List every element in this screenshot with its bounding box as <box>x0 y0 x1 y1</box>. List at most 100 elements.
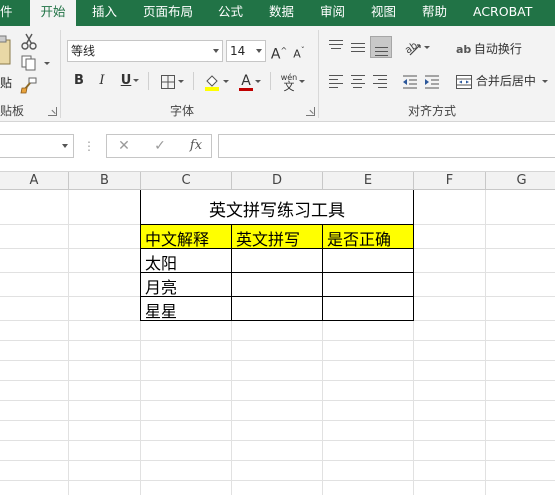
chevron-down-icon <box>223 80 229 83</box>
table-border <box>140 320 414 321</box>
chevron-down-icon <box>424 46 430 49</box>
decrease-indent-icon <box>403 75 417 88</box>
tab-home[interactable]: 开始 <box>30 0 76 26</box>
align-right-button[interactable] <box>370 70 390 92</box>
clipboard-group-label: 贴板 <box>0 104 25 118</box>
column-header-b[interactable]: B <box>69 172 141 190</box>
decrease-font-size-button[interactable]: Aˇ <box>290 40 308 62</box>
align-right-icon <box>373 75 387 91</box>
format-painter-button[interactable] <box>20 76 40 96</box>
align-left-button[interactable] <box>326 70 346 92</box>
decrease-font-icon: A <box>293 47 301 61</box>
table-border <box>140 272 414 273</box>
decrease-indent-button[interactable] <box>400 70 420 92</box>
increase-indent-icon <box>425 75 439 88</box>
gridline <box>0 380 555 381</box>
chevron-down-icon <box>213 49 219 53</box>
clipboard-launcher-icon[interactable] <box>48 107 57 116</box>
toolbar-divider <box>270 72 271 90</box>
header-cell-correct[interactable]: 是否正确 <box>327 226 391 250</box>
column-header-f[interactable]: F <box>414 172 486 190</box>
align-center-icon <box>351 75 365 91</box>
middle-align-button[interactable] <box>348 36 368 58</box>
format-painter-icon <box>20 77 37 94</box>
table-border <box>140 248 414 249</box>
more-options-icon[interactable]: ⋮ <box>82 134 96 158</box>
tab-insert[interactable]: 插入 <box>92 0 117 26</box>
data-cell-row3-chinese[interactable]: 星星 <box>145 298 177 322</box>
column-header-g[interactable]: G <box>486 172 555 190</box>
insert-function-button[interactable]: fx <box>184 134 208 158</box>
toolbar-divider <box>193 72 194 90</box>
cancel-icon[interactable]: ✕ <box>112 134 136 158</box>
top-align-button[interactable] <box>326 36 346 58</box>
merge-center-label: 合并后居中 <box>475 74 536 88</box>
phonetic-bottom-label: 文 <box>283 79 295 93</box>
alignment-group-label: 对齐方式 <box>408 104 457 118</box>
wrap-text-button[interactable]: ab 自动换行 <box>456 38 526 60</box>
tab-review[interactable]: 审阅 <box>320 0 345 26</box>
increase-font-size-button[interactable]: A^ <box>270 40 288 63</box>
bottom-align-button[interactable] <box>370 36 392 58</box>
column-header-d[interactable]: D <box>232 172 323 190</box>
tab-acrobat[interactable]: ACROBAT <box>473 0 532 26</box>
font-name-value: 等线 <box>71 44 96 58</box>
toolbar-divider <box>148 72 149 90</box>
copy-button[interactable] <box>20 54 50 74</box>
formula-input[interactable] <box>218 134 555 158</box>
gridline <box>0 420 555 421</box>
data-cell-row2-chinese[interactable]: 月亮 <box>145 274 177 298</box>
font-size-value: 14 <box>230 44 246 58</box>
name-box[interactable] <box>0 134 74 158</box>
font-group-label: 字体 <box>170 104 195 118</box>
column-header-c[interactable]: C <box>141 172 232 190</box>
enter-icon[interactable]: ✓ <box>148 134 172 158</box>
merge-center-button[interactable]: 合并后居中 <box>456 70 555 92</box>
cut-button[interactable] <box>20 32 40 52</box>
align-center-button[interactable] <box>348 70 368 92</box>
header-cell-english[interactable]: 英文拼写 <box>236 226 300 250</box>
tab-data[interactable]: 数据 <box>269 0 294 26</box>
font-color-button[interactable]: A <box>235 70 265 92</box>
tab-page-layout[interactable]: 页面布局 <box>143 0 193 26</box>
font-name-select[interactable]: 等线 <box>67 40 223 62</box>
fill-color-swatch <box>205 86 219 91</box>
header-cell-chinese[interactable]: 中文解释 <box>145 226 209 250</box>
gridline <box>0 340 555 341</box>
top-align-icon <box>329 40 343 52</box>
column-header-e[interactable]: E <box>323 172 414 190</box>
borders-button[interactable] <box>155 70 189 92</box>
tab-file[interactable]: 件 <box>0 0 14 26</box>
sheet-title-cell[interactable]: 英文拼写练习工具 <box>141 196 413 221</box>
font-launcher-icon[interactable] <box>306 107 315 116</box>
column-header-a[interactable]: A <box>0 172 69 190</box>
table-border <box>140 296 414 297</box>
increase-font-icon: A <box>270 46 281 63</box>
orientation-button[interactable]: ab <box>400 36 434 58</box>
gridline <box>0 480 555 481</box>
align-left-icon <box>329 75 343 91</box>
data-cell-row1-chinese[interactable]: 太阳 <box>145 250 177 274</box>
ribbon-tab-bar: 件 开始 插入 页面布局 公式 数据 审阅 视图 帮助 ACROBAT <box>0 0 555 26</box>
wrap-text-icon: ab <box>456 43 472 56</box>
group-divider <box>318 30 319 118</box>
tab-view[interactable]: 视图 <box>371 0 396 26</box>
bottom-align-icon <box>375 47 388 59</box>
tab-formulas[interactable]: 公式 <box>218 0 243 26</box>
gridline <box>0 360 555 361</box>
font-size-select[interactable]: 14 <box>226 40 266 62</box>
phonetic-guide-button[interactable]: wén 文 <box>276 70 310 92</box>
worksheet-grid[interactable]: 英文拼写练习工具 中文解释 英文拼写 是否正确 太阳 月亮 星星 <box>0 190 555 495</box>
formula-bar: ⋮ ✕ ✓ fx <box>0 122 555 172</box>
increase-indent-button[interactable] <box>422 70 442 92</box>
italic-button[interactable]: I <box>93 70 111 92</box>
fill-color-button[interactable] <box>199 70 233 92</box>
chevron-down-icon <box>299 80 306 83</box>
gridline <box>485 190 486 495</box>
paste-button[interactable] <box>0 34 14 72</box>
chevron-down-icon <box>178 80 184 83</box>
bold-button[interactable]: B <box>70 70 88 92</box>
chevron-down-icon <box>255 79 261 83</box>
tab-help[interactable]: 帮助 <box>422 0 447 26</box>
underline-button[interactable]: U <box>115 70 145 92</box>
